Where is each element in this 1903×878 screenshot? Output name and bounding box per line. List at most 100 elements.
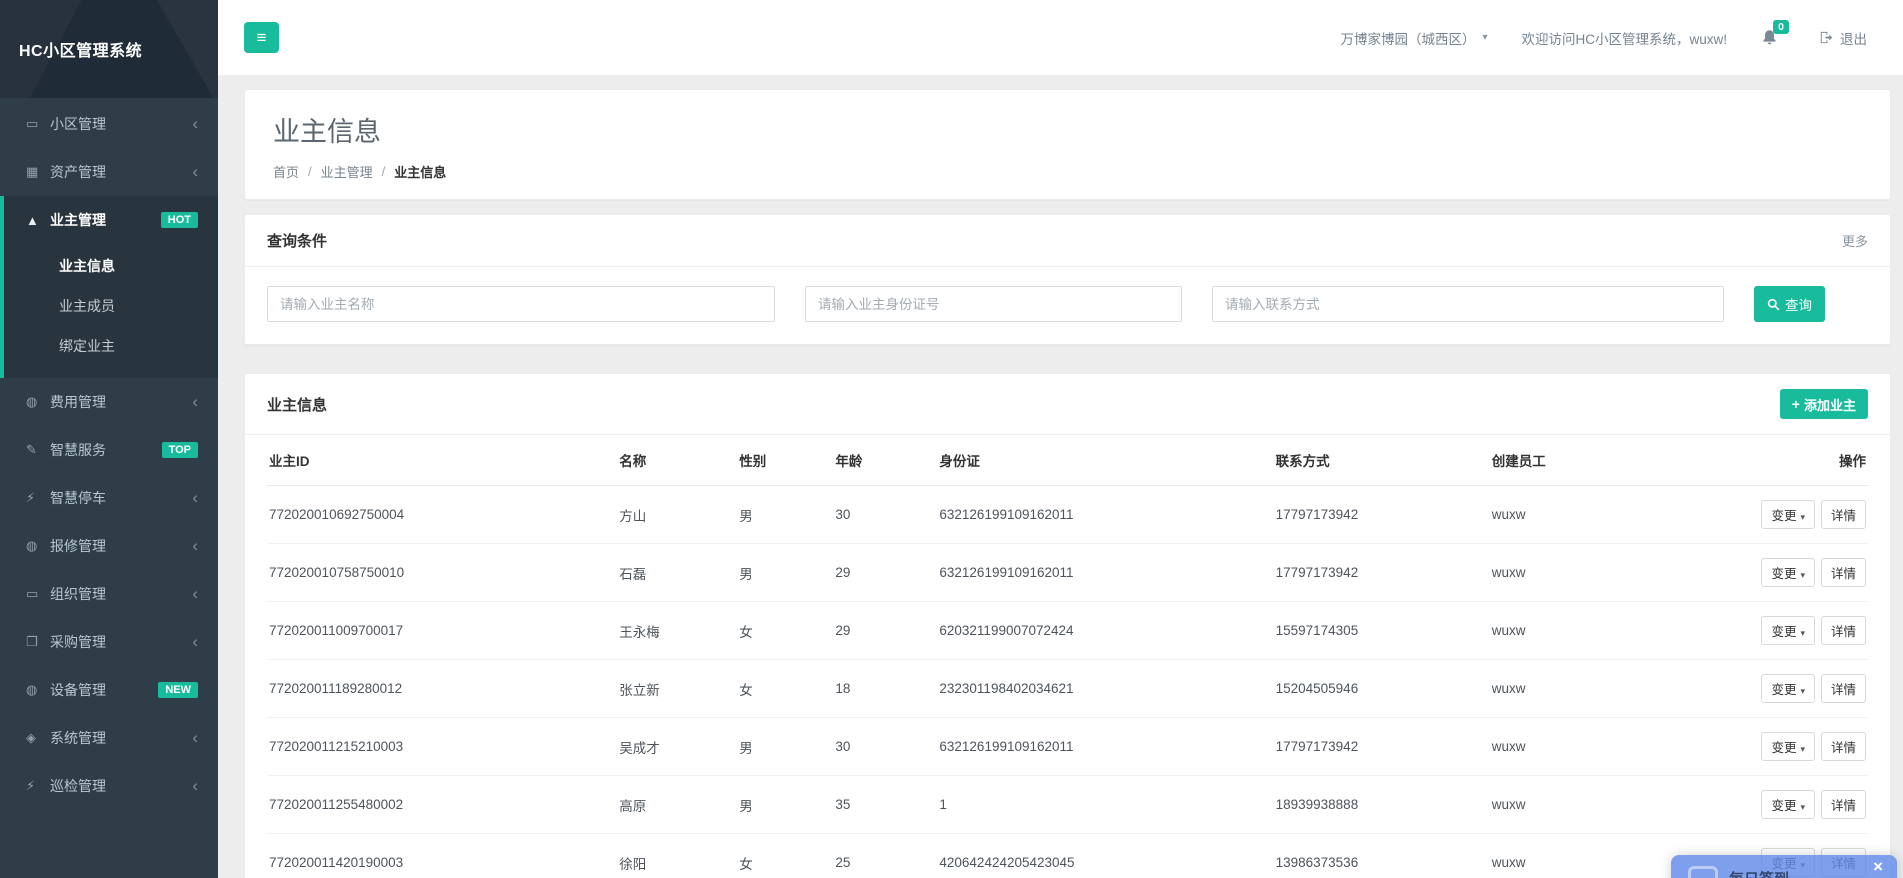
cell-idcard: 632126199109162011 — [931, 486, 1267, 544]
cell-phone: 18939938888 — [1268, 776, 1484, 834]
close-icon[interactable]: × — [1873, 858, 1883, 876]
daily-signin-toast: × 每日签到 — [1671, 855, 1897, 878]
chevron-left-icon: ‹ — [192, 733, 198, 743]
org-monitor-icon: ▭ — [26, 586, 50, 602]
app-title: HC小区管理系统 — [19, 37, 142, 61]
owner-name-input[interactable] — [267, 286, 775, 322]
sidebar-toggle-button[interactable]: ≡ — [244, 22, 279, 53]
more-link[interactable]: 更多 — [1842, 231, 1868, 250]
change-button[interactable]: 变更▾ — [1761, 674, 1815, 703]
cell-gender: 女 — [731, 834, 827, 878]
add-owner-button[interactable]: + 添加业主 — [1780, 389, 1868, 419]
sidebar-item-system[interactable]: ◈ 系统管理 ‹ — [0, 714, 218, 762]
parking-bolt-icon: ⚡ — [26, 490, 50, 506]
owner-idcard-input[interactable] — [805, 286, 1182, 322]
chevron-left-icon: ‹ — [192, 781, 198, 791]
caret-down-icon: ▾ — [1800, 802, 1805, 812]
change-button[interactable]: 变更▾ — [1761, 790, 1815, 819]
device-globe-icon: ◍ — [26, 682, 50, 698]
query-panel-header: 查询条件 更多 — [245, 215, 1890, 267]
cell-idcard: 632126199109162011 — [931, 718, 1267, 776]
search-button[interactable]: 查询 — [1754, 286, 1825, 322]
notification-bell[interactable]: 0 — [1761, 29, 1778, 46]
sidebar-item-smart-service[interactable]: ✎ 智慧服务 TOP — [0, 426, 218, 474]
change-button[interactable]: 变更▾ — [1761, 500, 1815, 529]
query-panel-title: 查询条件 — [267, 230, 327, 251]
cell-creator: wuxw — [1484, 660, 1676, 718]
sidebar-item-owner-management[interactable]: ▲ 业主管理 HOT — [4, 196, 218, 244]
table-row: 772020011420190003 徐阳 女 25 4206424242054… — [267, 834, 1868, 878]
breadcrumb-current: 业主信息 — [394, 162, 446, 181]
table-panel-title: 业主信息 — [267, 394, 327, 415]
owner-submenu: 业主信息 业主成员 绑定业主 — [4, 244, 218, 378]
system-gem-icon: ◈ — [26, 730, 50, 746]
content-area: 业主信息 首页 / 业主管理 / 业主信息 查询条件 更多 — [218, 75, 1903, 878]
col-phone: 联系方式 — [1268, 435, 1484, 486]
owner-table-wrap: 业主ID 名称 性别 年龄 身份证 联系方式 创建员工 操作 772020010 — [245, 435, 1890, 878]
detail-button[interactable]: 详情 — [1821, 674, 1866, 703]
sidebar-item-community[interactable]: ▭ 小区管理 ‹ — [0, 100, 218, 148]
change-button[interactable]: 变更▾ — [1761, 732, 1815, 761]
sidebar-item-purchase[interactable]: ❐ 采购管理 ‹ — [0, 618, 218, 666]
cell-age: 29 — [827, 544, 931, 602]
cell-gender: 男 — [731, 718, 827, 776]
breadcrumb-home[interactable]: 首页 — [273, 162, 299, 181]
sidebar-group-owner-management: ▲ 业主管理 HOT 业主信息 业主成员 绑定业主 — [0, 196, 218, 378]
toast-body: 每日签到 — [1671, 855, 1897, 878]
sidebar-item-organization[interactable]: ▭ 组织管理 ‹ — [0, 570, 218, 618]
cell-creator: wuxw — [1484, 834, 1676, 878]
sidebar-item-fees[interactable]: ◍ 费用管理 ‹ — [0, 378, 218, 426]
cell-name: 石磊 — [611, 544, 731, 602]
breadcrumb-owner-management[interactable]: 业主管理 — [321, 162, 373, 181]
sidebar-nav: ▭ 小区管理 ‹ ▦ 资产管理 ‹ ▲ 业主管理 HOT 业主信息 业主成员 — [0, 98, 218, 810]
cell-name: 方山 — [611, 486, 731, 544]
chevron-left-icon: ‹ — [192, 167, 198, 177]
chevron-left-icon: ‹ — [192, 589, 198, 599]
plus-icon: + — [1792, 396, 1800, 412]
cell-gender: 女 — [731, 660, 827, 718]
sidebar-item-device[interactable]: ◍ 设备管理 NEW — [0, 666, 218, 714]
col-gender: 性别 — [731, 435, 827, 486]
chevron-left-icon: ‹ — [192, 541, 198, 551]
owner-table-panel: 业主信息 + 添加业主 业主ID 名称 性别 — [244, 373, 1891, 878]
sidebar-item-assets[interactable]: ▦ 资产管理 ‹ — [0, 148, 218, 196]
col-age: 年龄 — [827, 435, 931, 486]
logout-button[interactable]: 退出 — [1818, 28, 1867, 48]
notification-count-badge: 0 — [1773, 20, 1789, 34]
change-button[interactable]: 变更▾ — [1761, 558, 1815, 587]
change-button[interactable]: 变更▾ — [1761, 616, 1815, 645]
cell-idcard: 620321199007072424 — [931, 602, 1267, 660]
chevron-left-icon: ‹ — [192, 397, 198, 407]
col-actions: 操作 — [1676, 435, 1868, 486]
table-panel-header: 业主信息 + 添加业主 — [245, 374, 1890, 435]
detail-button[interactable]: 详情 — [1821, 790, 1866, 819]
table-row: 772020011215210003 吴成才 男 30 632126199109… — [267, 718, 1868, 776]
cell-age: 18 — [827, 660, 931, 718]
contact-input[interactable] — [1212, 286, 1724, 322]
cell-owner-id: 772020011255480002 — [267, 776, 611, 834]
submenu-item-owner-info[interactable]: 业主信息 — [4, 246, 218, 286]
cell-name: 吴成才 — [611, 718, 731, 776]
cell-owner-id: 772020011189280012 — [267, 660, 611, 718]
detail-button[interactable]: 详情 — [1821, 616, 1866, 645]
sidebar-item-repair[interactable]: ◍ 报修管理 ‹ — [0, 522, 218, 570]
caret-down-icon: ▾ — [1800, 512, 1805, 522]
cell-idcard: 420642424205423045 — [931, 834, 1267, 878]
assets-icon: ▦ — [26, 164, 50, 180]
community-selector[interactable]: 万博家博园（城西区） ▾ — [1340, 28, 1487, 48]
sidebar-item-inspection[interactable]: ⚡ 巡检管理 ‹ — [0, 762, 218, 810]
cell-owner-id: 772020011009700017 — [267, 602, 611, 660]
cell-creator: wuxw — [1484, 718, 1676, 776]
cell-gender: 男 — [731, 486, 827, 544]
detail-button[interactable]: 详情 — [1821, 558, 1866, 587]
new-badge: NEW — [158, 682, 198, 698]
sidebar-item-smart-parking[interactable]: ⚡ 智慧停车 ‹ — [0, 474, 218, 522]
caret-down-icon: ▾ — [1800, 686, 1805, 696]
detail-button[interactable]: 详情 — [1821, 500, 1866, 529]
hamburger-icon: ≡ — [257, 28, 267, 48]
submenu-item-owner-members[interactable]: 业主成员 — [4, 286, 218, 326]
detail-button[interactable]: 详情 — [1821, 732, 1866, 761]
submenu-item-bind-owner[interactable]: 绑定业主 — [4, 326, 218, 366]
cell-gender: 男 — [731, 776, 827, 834]
caret-down-icon: ▾ — [1800, 570, 1805, 580]
